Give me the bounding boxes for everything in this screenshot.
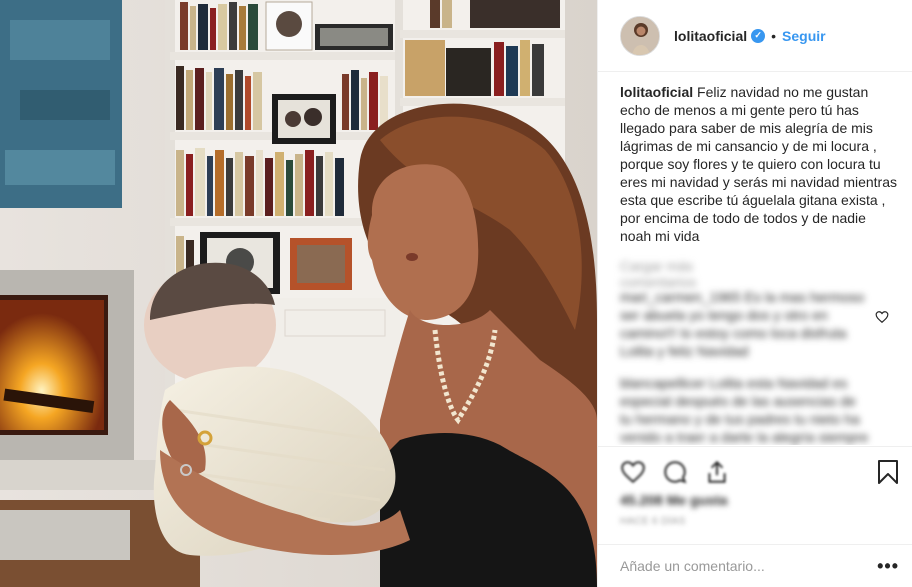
comment-like-heart-icon[interactable] xyxy=(875,310,889,324)
save-button[interactable] xyxy=(875,457,901,487)
header-separator: • xyxy=(771,27,777,44)
comment-item: mari_carmen_1965 Es la mas hermoso ser a… xyxy=(620,288,897,360)
comment-icon xyxy=(664,460,687,483)
post-header: lolitaoficial ✓ • Seguir xyxy=(598,0,912,72)
add-comment-form: ••• xyxy=(598,544,912,587)
likes-count[interactable]: 45.208 Me gusta xyxy=(620,492,727,508)
photo-scene xyxy=(0,0,597,587)
share-button[interactable] xyxy=(702,457,732,487)
comment-text: blancapellicer Lolita esta Navidad es es… xyxy=(620,375,869,445)
avatar[interactable] xyxy=(620,15,660,56)
post-side-panel: lolitaoficial ✓ • Seguir lolitaoficial F… xyxy=(597,0,912,587)
username-link[interactable]: lolitaoficial xyxy=(674,28,747,44)
post-actions-bar xyxy=(598,446,912,496)
caption-username[interactable]: lolitaoficial xyxy=(620,84,693,100)
comment-item: blancapellicer Lolita esta Navidad es es… xyxy=(620,374,897,445)
caption-text: Feliz navidad no me gustan echo de menos… xyxy=(620,84,898,244)
verified-badge-icon: ✓ xyxy=(751,28,766,43)
bookmark-icon xyxy=(878,460,898,484)
like-button[interactable] xyxy=(618,457,648,487)
post-date[interactable]: HACE 6 DÍAS xyxy=(620,516,686,527)
comment-button[interactable] xyxy=(660,457,690,487)
load-more-comments-button[interactable]: Cargar más comentarios xyxy=(620,258,770,290)
avatar-image xyxy=(621,16,659,55)
share-icon xyxy=(708,460,726,483)
comment-input[interactable] xyxy=(620,558,860,574)
comment-text: mari_carmen_1965 Es la mas hermoso ser a… xyxy=(620,289,865,359)
post-caption: lolitaoficial Feliz navidad no me gustan… xyxy=(620,83,897,245)
heart-icon xyxy=(621,460,645,483)
more-options-icon[interactable]: ••• xyxy=(877,557,899,575)
post-photo[interactable] xyxy=(0,0,597,587)
comments-list[interactable]: lolitaoficial Feliz navidad no me gustan… xyxy=(598,73,912,445)
follow-button[interactable]: Seguir xyxy=(782,28,826,44)
comment-like-heart-icon[interactable] xyxy=(875,444,889,445)
